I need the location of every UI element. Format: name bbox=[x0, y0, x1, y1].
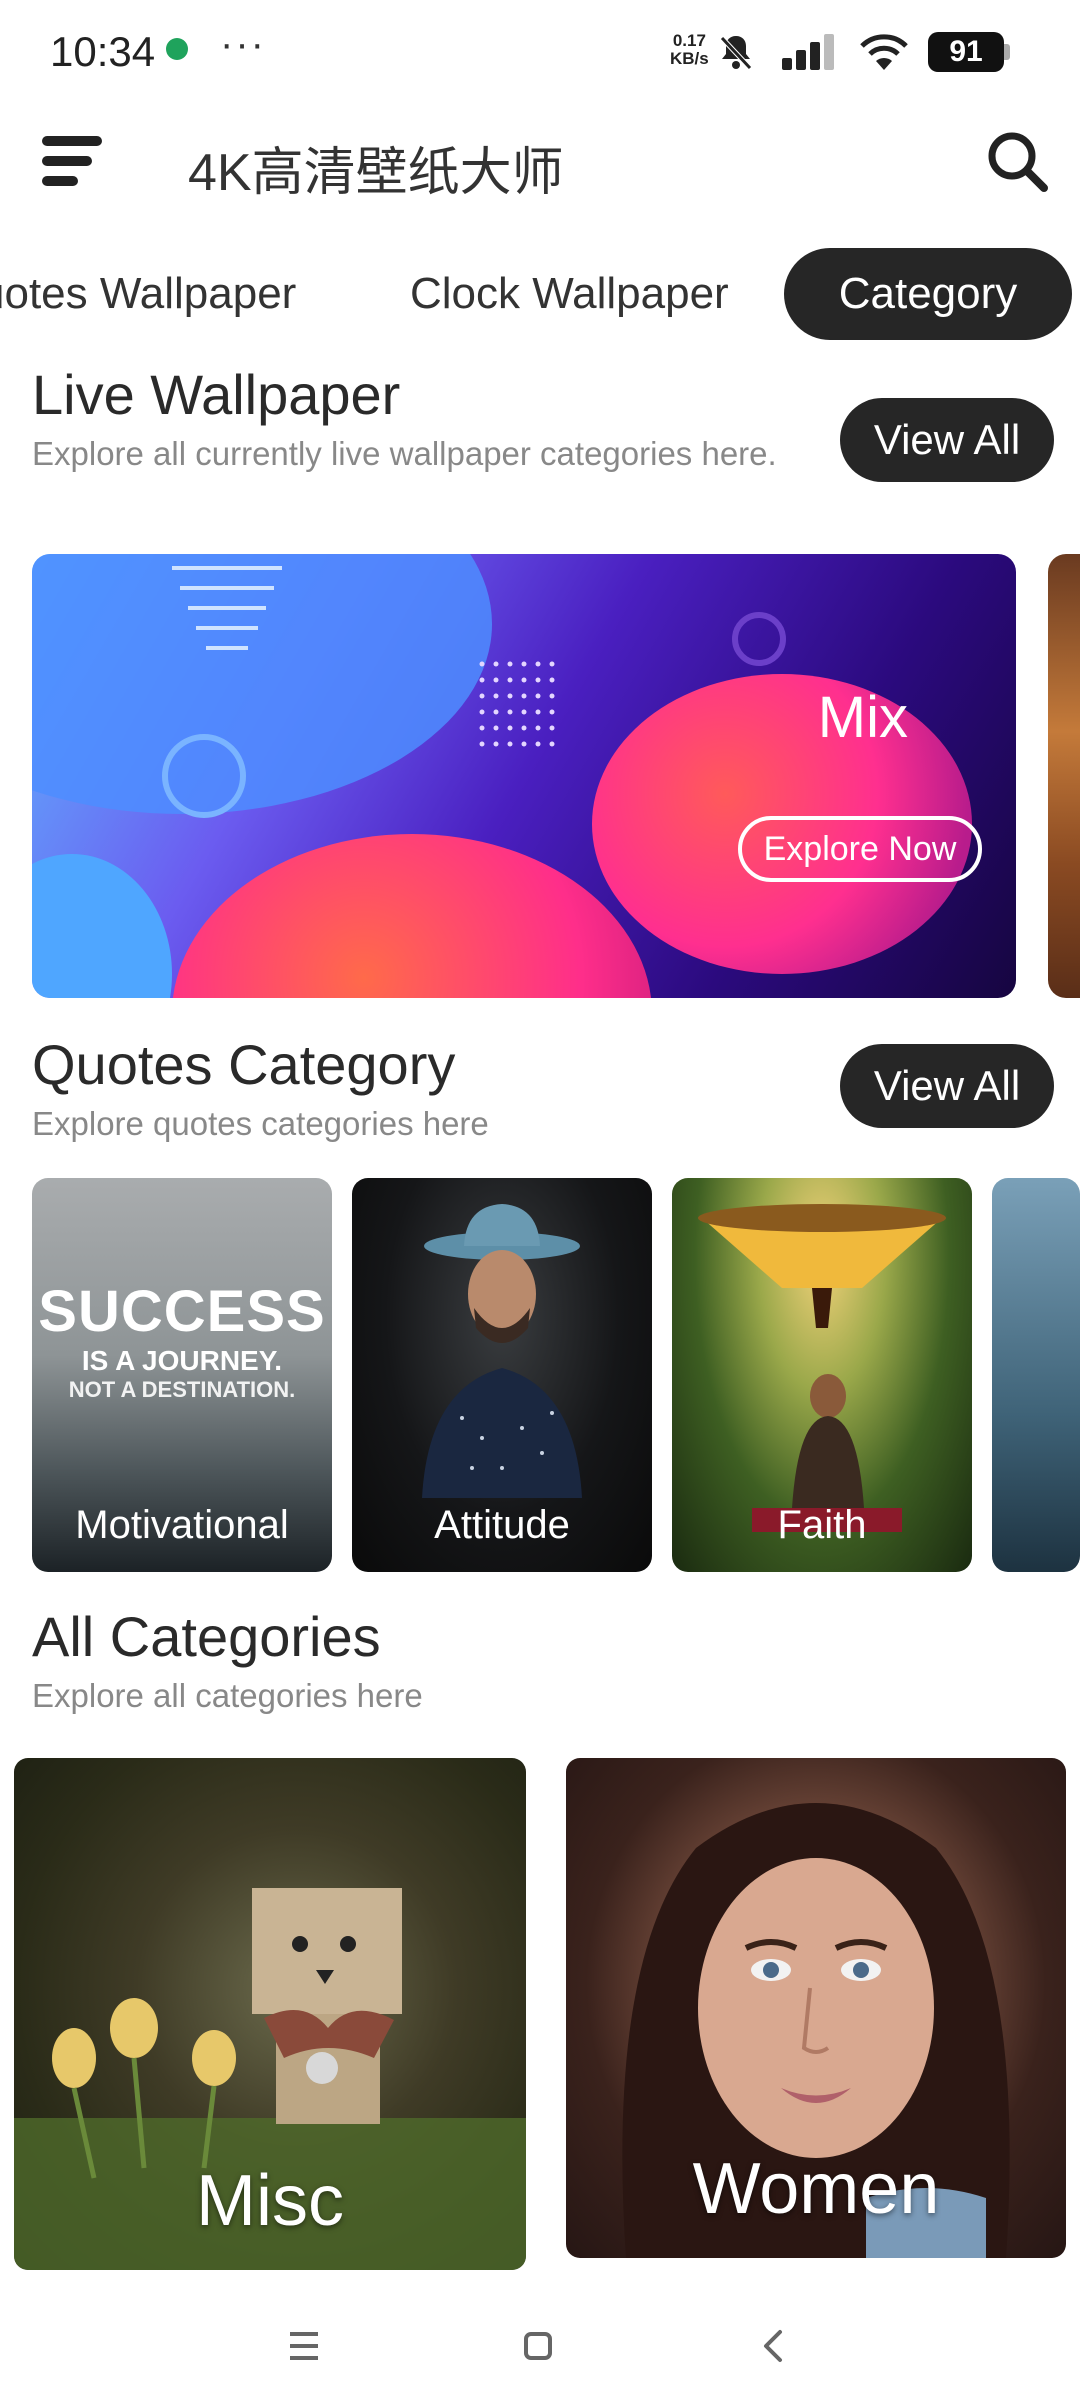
more-notifications-icon: ··· bbox=[220, 22, 266, 66]
live-card-title: Mix bbox=[817, 685, 908, 750]
live-wallpaper-subtitle: Explore all currently live wallpaper cat… bbox=[32, 435, 777, 472]
quote-card-label: Motivational bbox=[75, 1503, 289, 1547]
banner-blob bbox=[32, 854, 172, 998]
quote-text-line: NOT A DESTINATION. bbox=[68, 1377, 296, 1402]
battery-indicator: 91 bbox=[928, 32, 1004, 72]
quote-card-next[interactable] bbox=[992, 1178, 1080, 1572]
banner-dots-decoration bbox=[479, 661, 555, 747]
app-header: 4K高清壁纸大师 bbox=[0, 100, 1080, 220]
category-tabs: uotes Wallpaper Clock Wallpaper Category bbox=[0, 248, 1080, 340]
network-speed-unit: KB/s bbox=[670, 49, 709, 68]
quote-image-text: SUCCESS IS A JOURNEY. NOT A DESTINATION. bbox=[32, 1278, 332, 1403]
category-card-label: Misc bbox=[196, 2161, 344, 2241]
quote-card-faith[interactable]: Faith bbox=[672, 1178, 972, 1572]
all-categories-subtitle: Explore all categories here bbox=[32, 1677, 423, 1714]
battery-tip bbox=[1004, 44, 1010, 60]
search-icon[interactable] bbox=[978, 122, 1058, 202]
back-icon[interactable] bbox=[744, 2316, 804, 2376]
all-categories-title: All Categories bbox=[32, 1605, 381, 1668]
quote-card-motivational[interactable]: SUCCESS IS A JOURNEY. NOT A DESTINATION.… bbox=[32, 1178, 332, 1572]
network-speed: 0.17 KB/s bbox=[670, 32, 709, 68]
category-card-women[interactable]: Women bbox=[566, 1758, 1066, 2258]
notification-app-icon bbox=[166, 38, 188, 60]
live-wallpaper-view-all-button[interactable]: View All bbox=[840, 398, 1054, 482]
wifi-icon bbox=[860, 34, 908, 70]
quote-card-attitude[interactable]: Attitude bbox=[352, 1178, 652, 1572]
category-card-label: Women bbox=[692, 2149, 940, 2229]
category-card-misc[interactable]: Misc bbox=[14, 1758, 526, 2270]
home-icon[interactable] bbox=[508, 2316, 568, 2376]
quotes-category-subtitle: Explore quotes categories here bbox=[32, 1105, 489, 1142]
system-navigation-bar bbox=[0, 2286, 1080, 2400]
tab-clock-wallpaper[interactable]: Clock Wallpaper bbox=[410, 248, 729, 340]
signal-icon bbox=[782, 34, 834, 70]
status-time: 10:34 bbox=[50, 28, 156, 75]
quotes-category-view-all-button[interactable]: View All bbox=[840, 1044, 1054, 1128]
mute-bell-icon bbox=[720, 36, 752, 70]
explore-now-button[interactable]: Explore Now bbox=[738, 816, 982, 882]
banner-blob bbox=[172, 834, 652, 998]
quote-card-label: Attitude bbox=[434, 1503, 570, 1547]
banner-lines-decoration bbox=[172, 566, 282, 650]
tab-category[interactable]: Category bbox=[784, 248, 1072, 340]
status-bar: 10:34 ··· 0.17 KB/s 91 bbox=[0, 0, 1080, 100]
man-with-hat-image bbox=[422, 1204, 582, 1498]
recent-apps-icon[interactable] bbox=[274, 2316, 334, 2376]
banner-ring bbox=[162, 734, 246, 818]
quotes-category-title: Quotes Category bbox=[32, 1033, 456, 1096]
banner-ring bbox=[732, 612, 786, 666]
quote-card-label: Faith bbox=[777, 1503, 867, 1547]
quote-text-line: IS A JOURNEY. bbox=[81, 1345, 283, 1376]
live-wallpaper-card-next[interactable] bbox=[1048, 554, 1080, 998]
quote-text-line: SUCCESS bbox=[38, 1279, 326, 1344]
network-speed-value: 0.17 bbox=[672, 31, 706, 50]
live-wallpaper-title: Live Wallpaper bbox=[32, 363, 401, 426]
tab-quotes-wallpaper[interactable]: uotes Wallpaper bbox=[0, 248, 296, 340]
menu-icon[interactable] bbox=[36, 126, 116, 196]
app-title: 4K高清壁纸大师 bbox=[188, 144, 564, 202]
live-wallpaper-card-mix[interactable]: Mix Explore Now bbox=[32, 554, 1016, 998]
